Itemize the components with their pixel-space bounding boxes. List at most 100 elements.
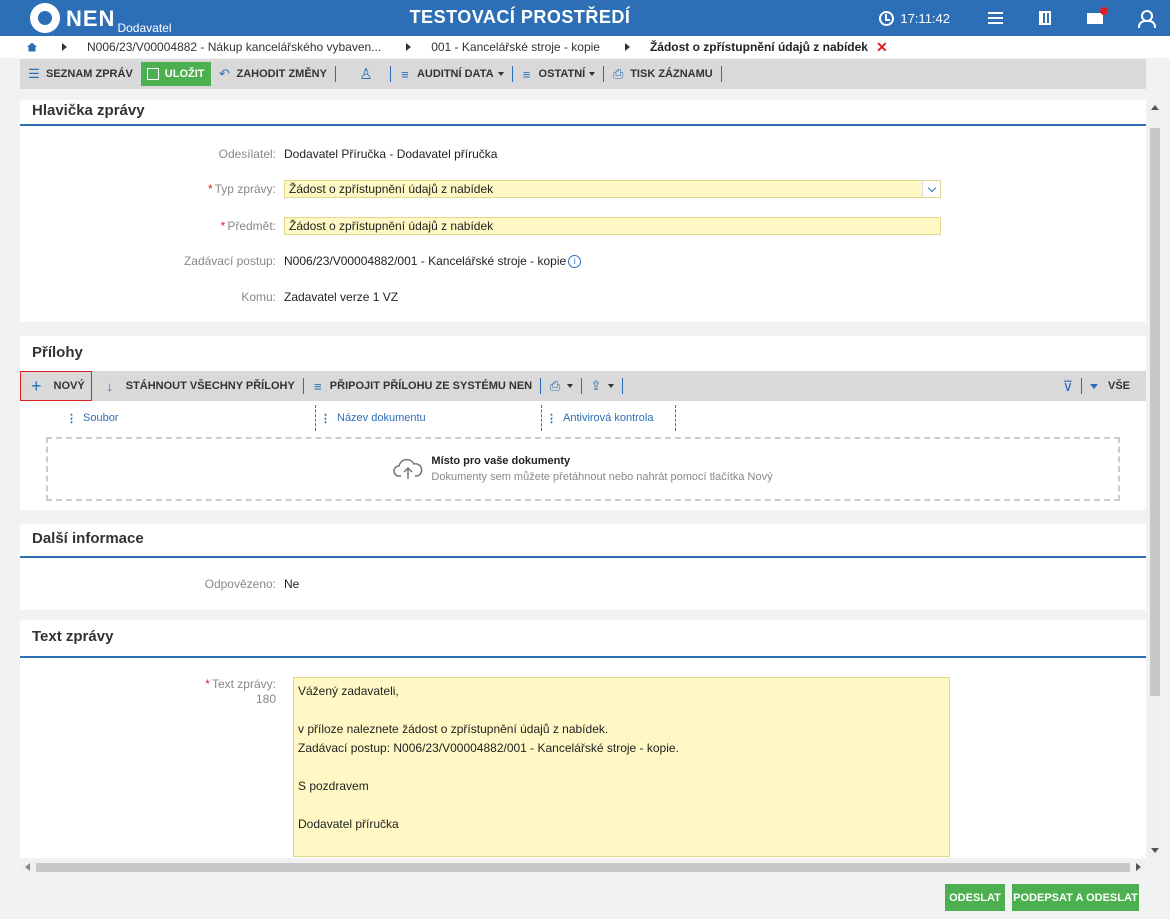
discard-changes-button[interactable]: ↶ ZAHODIT ZMĚNY [211, 59, 335, 89]
discard-label: ZAHODIT ZMĚNY [236, 68, 327, 80]
horizontal-scrollbar[interactable] [20, 860, 1146, 874]
view-all-dropdown[interactable]: VŠE [1082, 371, 1146, 401]
procedure-label: Zadávací postup: [183, 254, 276, 268]
subject-value: Žádost o zpřístupnění údajů z nabídek [289, 219, 494, 233]
save-button[interactable]: ULOŽIT [140, 62, 211, 86]
main-toolbar: ☰ SEZNAM ZPRÁV ULOŽIT ↶ ZAHODIT ZMĚNY ♙ … [20, 59, 1146, 89]
save-label: ULOŽIT [164, 68, 205, 80]
column-menu-icon[interactable]: ⋮ [66, 412, 77, 425]
caret-down-icon [589, 72, 596, 76]
form-content: Hlavička zprávy Odesílatel: Dodavatel Př… [20, 100, 1146, 858]
column-file-label: Soubor [83, 412, 119, 424]
section-title-more-info: Další informace [20, 524, 1146, 558]
session-clock: 17:11:42 [879, 10, 950, 26]
cloud-upload-icon [393, 458, 423, 479]
menu-button[interactable] [970, 0, 1020, 36]
audit-data-dropdown[interactable]: ≡ AUDITNÍ DATA [391, 59, 512, 89]
view-all-label: VŠE [1107, 380, 1130, 392]
section-title-attachments: Přílohy [32, 344, 83, 361]
message-text-section: Text zprávy * Text zprávy: 180 Vážený zad… [20, 620, 1146, 858]
breadcrumb-item-current: Žádost o zpřístupnění údajů z nabídek [649, 40, 868, 54]
send-button[interactable]: ODESLAT [945, 884, 1005, 911]
dropzone-subtitle: Dokumenty sem můžete přetáhnout nebo nah… [431, 471, 773, 483]
message-list-button[interactable]: ☰ SEZNAM ZPRÁV [20, 59, 141, 89]
chevron-right-icon [624, 43, 630, 51]
message-type-value: Žádost o zpřístupnění údajů z nabídek [289, 182, 494, 196]
chevron-right-icon [62, 43, 67, 51]
column-header-antivirus[interactable]: ⋮ Antivirová kontrola [542, 405, 676, 431]
list-icon: ☰ [28, 66, 40, 81]
attachments-toolbar: + NOVÝ ↓ STÁHNOUT VŠECHNY PŘÍLOHY ≡ PŘIP… [20, 371, 1146, 401]
user-icon [1138, 10, 1156, 28]
other-label: OSTATNÍ [538, 68, 586, 80]
vertical-scroll-thumb[interactable] [1150, 128, 1160, 696]
subject-input[interactable]: Žádost o zpřístupnění údajů z nabídek [284, 217, 941, 235]
clock-time: 17:11:42 [900, 10, 950, 26]
new-attachment-button[interactable]: + NOVÝ [20, 371, 92, 401]
file-dropzone[interactable]: Místo pro vaše dokumenty Dokumenty sem m… [46, 437, 1120, 501]
user-button[interactable] [1120, 0, 1170, 36]
print-record-button[interactable]: ⎙ TISK ZÁZNAMU [604, 59, 721, 89]
recipient-label: Komu: [241, 290, 276, 304]
calculator-button[interactable] [1020, 0, 1070, 36]
column-header-doc-name[interactable]: ⋮ Název dokumentu [316, 405, 542, 431]
attach-from-system-label: PŘIPOJIT PŘÍLOHU ZE SYSTÉMU NEN [329, 380, 533, 392]
certificate-button[interactable]: ♙ [336, 59, 390, 89]
scroll-left-icon[interactable] [25, 863, 30, 871]
filter-icon[interactable]: ⊽ [1063, 378, 1073, 395]
dropzone-title: Místo pro vaše dokumenty [431, 455, 571, 467]
award-icon: ♙ [359, 66, 373, 83]
download-all-label: STÁHNOUT VŠECHNY PŘÍLOHY [125, 380, 295, 392]
sign-and-send-button[interactable]: PODEPSAT A ODESLAT [1012, 884, 1139, 911]
scroll-up-icon[interactable] [1151, 105, 1159, 110]
close-icon[interactable]: ✕ [876, 39, 888, 56]
new-attachment-label: NOVÝ [53, 380, 85, 392]
caret-down-icon [567, 384, 574, 388]
download-all-button[interactable]: ↓ STÁHNOUT VŠECHNY PŘÍLOHY [92, 371, 303, 401]
section-title-message-text: Text zprávy [20, 620, 1146, 658]
message-text-area[interactable]: Vážený zadavateli, v příloze naleznete ž… [293, 677, 950, 857]
column-header-file[interactable]: ⋮ Soubor [66, 405, 316, 431]
info-icon[interactable]: i [568, 254, 582, 268]
character-count: 180 [255, 692, 276, 706]
export-dropdown[interactable]: ⇪ [582, 371, 622, 401]
breadcrumb: N006/23/V00004882 - Nákup kancelářského … [0, 36, 1170, 58]
caret-down-icon [608, 384, 615, 388]
caret-down-icon [1089, 383, 1098, 389]
more-info-section: Další informace Odpovězeno: Ne [20, 524, 1146, 610]
other-icon: ≡ [522, 66, 531, 82]
chevron-right-icon [406, 43, 412, 51]
horizontal-scroll-thumb[interactable] [36, 863, 1130, 872]
print-label: TISK ZÁZNAMU [630, 68, 713, 80]
download-icon: ↓ [106, 378, 113, 394]
audit-label: AUDITNÍ DATA [416, 68, 494, 80]
column-menu-icon[interactable]: ⋮ [320, 412, 331, 425]
chevron-down-icon[interactable] [922, 181, 940, 197]
answered-value: Ne [284, 577, 300, 591]
plus-icon: + [31, 376, 42, 396]
subject-label: * Předmět: [220, 219, 276, 233]
column-menu-icon[interactable]: ⋮ [546, 412, 557, 425]
scroll-right-icon[interactable] [1136, 863, 1141, 871]
scroll-down-icon[interactable] [1151, 848, 1159, 853]
breadcrumb-item-procurement[interactable]: N006/23/V00004882 - Nákup kancelářského … [87, 40, 381, 54]
print-dropdown[interactable]: ⎙ [541, 371, 581, 401]
caret-down-icon [497, 72, 504, 76]
messages-button[interactable] [1070, 0, 1120, 36]
other-dropdown[interactable]: ≡ OSTATNÍ [513, 59, 604, 89]
vertical-scrollbar[interactable] [1148, 100, 1162, 858]
export-icon: ⇪ [590, 378, 602, 393]
top-bar: NEN Dodavatel TESTOVACÍ PROSTŘEDÍ 17:11:… [0, 0, 1170, 36]
message-type-select[interactable]: Žádost o zpřístupnění údajů z nabídek [284, 180, 941, 198]
sender-value: Dodavatel Příručka - Dodavatel příručka [284, 147, 498, 161]
toolbar-divider [622, 378, 624, 394]
column-doc-name-label: Název dokumentu [337, 412, 426, 424]
toolbar-divider [720, 66, 722, 82]
attach-from-system-button[interactable]: ≡ PŘIPOJIT PŘÍLOHU ZE SYSTÉMU NEN [304, 371, 540, 401]
mail-icon [1087, 6, 1108, 24]
audit-icon: ≡ [401, 66, 409, 82]
breadcrumb-item-part[interactable]: 001 - Kancelářské stroje - kopie [431, 40, 600, 54]
message-text-label: * Text zprávy: 180 [20, 677, 284, 707]
home-icon[interactable] [27, 42, 37, 52]
hamburger-icon [987, 12, 1003, 24]
